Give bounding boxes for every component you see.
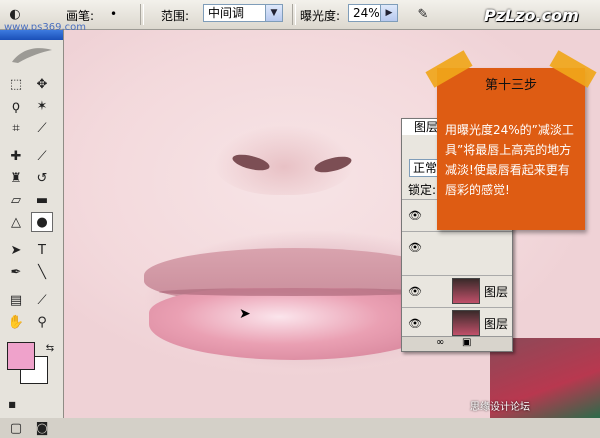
marquee-tool-icon[interactable]: ⬚ xyxy=(5,74,27,94)
photoshop-feather-icon xyxy=(12,48,52,63)
layer-name: 图层 xyxy=(484,285,509,299)
exposure-field[interactable]: 24% ▶ xyxy=(348,4,398,22)
note-title: 第十三步 xyxy=(484,78,537,93)
chevron-down-icon[interactable]: ▼ xyxy=(265,5,282,21)
layers-footer: ∞ ▣ xyxy=(402,336,512,351)
toolbox: ⬚ ✥ ϙ ✶ ⌗ ⟋ ✚ ⟋ ♜ ↺ ▱ ▬ △ ● ➤ T ✒ ╲ ▤ ⟋ … xyxy=(0,30,64,436)
notes-tool-icon[interactable]: ▤ xyxy=(5,290,27,310)
watermark-bottom: 思缘设计论坛 xyxy=(470,402,530,413)
note-body: 用曝光度24%的”减淡工具”将最唇上高亮的地方减淡!使最唇看起来更有唇彩的感觉! xyxy=(445,123,574,197)
step-note: 第十三步 用曝光度24%的”减淡工具”将最唇上高亮的地方减淡!使最唇看起来更有唇… xyxy=(425,50,597,230)
mask-icon[interactable]: ▣ xyxy=(462,337,471,348)
default-colors-icon[interactable]: ■ xyxy=(1,394,23,414)
pen-tool-icon[interactable]: ✒ xyxy=(5,262,27,282)
dodge-tool-icon[interactable]: ● xyxy=(31,212,53,232)
lower-lip xyxy=(149,288,439,360)
range-value: 中间调 xyxy=(208,6,245,20)
range-select[interactable]: 中间调 ▼ xyxy=(203,4,283,22)
healing-brush-icon[interactable]: ✚ xyxy=(5,146,27,166)
type-tool-icon[interactable]: T xyxy=(31,240,53,260)
separator xyxy=(292,4,296,25)
magic-wand-icon[interactable]: ✶ xyxy=(31,96,53,116)
site-logo: PzLzo.com xyxy=(484,6,579,25)
layer-thumbnail xyxy=(452,278,480,304)
quick-mask-icon[interactable]: ◙ xyxy=(31,418,53,438)
layer-row[interactable]: 👁 图层 xyxy=(402,307,512,338)
lock-label: 锁定: xyxy=(408,183,437,197)
hand-tool-icon[interactable]: ✋ xyxy=(5,312,27,332)
layer-thumbnail xyxy=(452,310,480,336)
gradient-tool-icon[interactable]: ▬ xyxy=(31,190,53,210)
layer-name: 图层 xyxy=(484,317,509,331)
layer-row[interactable]: 👁 xyxy=(402,231,512,262)
foreground-color-swatch[interactable] xyxy=(7,342,35,370)
swap-colors-icon[interactable]: ⇆ xyxy=(39,338,61,358)
standard-mode-icon[interactable]: ▢ xyxy=(5,418,27,438)
dodge-cursor-icon: ➤ xyxy=(239,306,251,322)
blur-tool-icon[interactable]: △ xyxy=(5,212,27,232)
brush-tool-icon[interactable]: ⟋ xyxy=(31,146,53,166)
exposure-label: 曝光度: xyxy=(300,9,341,23)
exposure-value: 24% xyxy=(353,6,380,20)
eye-icon[interactable]: 👁 xyxy=(408,209,422,222)
move-tool-icon[interactable]: ✥ xyxy=(31,74,53,94)
crop-tool-icon[interactable]: ⌗ xyxy=(5,118,27,138)
clone-stamp-icon[interactable]: ♜ xyxy=(5,168,27,188)
slider-arrow-icon[interactable]: ▶ xyxy=(380,5,397,21)
lasso-tool-icon[interactable]: ϙ xyxy=(5,96,27,116)
airbrush-icon[interactable]: ✎ xyxy=(412,4,434,24)
range-label: 范围: xyxy=(161,9,190,23)
brush-size[interactable]: • xyxy=(110,7,117,21)
zoom-tool-icon[interactable]: ⚲ xyxy=(31,312,53,332)
layer-row[interactable]: 👁 图层 xyxy=(402,275,512,306)
eye-icon[interactable]: 👁 xyxy=(408,317,422,330)
line-tool-icon[interactable]: ╲ xyxy=(31,262,53,282)
dodge-tool-preset-icon[interactable]: ◐ xyxy=(4,4,26,24)
toolbox-title-bar xyxy=(0,30,63,40)
eye-icon[interactable]: 👁 xyxy=(408,285,422,298)
link-icon[interactable]: ∞ xyxy=(436,337,444,348)
path-selection-icon[interactable]: ➤ xyxy=(5,240,27,260)
eyedropper-icon[interactable]: ⟋ xyxy=(31,290,53,310)
lip-line xyxy=(159,288,429,296)
slice-tool-icon[interactable]: ⟋ xyxy=(31,118,53,138)
separator xyxy=(140,4,144,25)
eye-icon[interactable]: 👁 xyxy=(408,241,422,254)
eraser-tool-icon[interactable]: ▱ xyxy=(5,190,27,210)
history-brush-icon[interactable]: ↺ xyxy=(31,168,53,188)
